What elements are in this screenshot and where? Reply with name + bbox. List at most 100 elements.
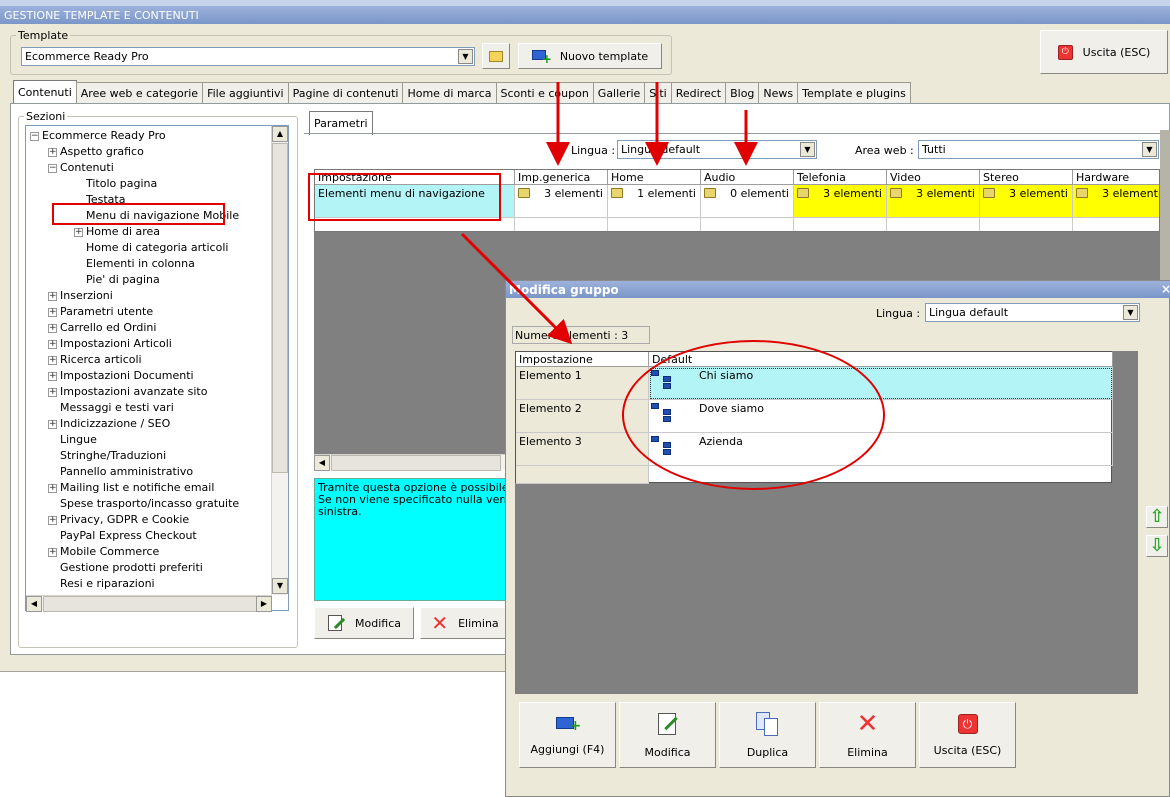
template-select[interactable]: Ecommerce Ready Pro ▼ [21,47,475,66]
tree-item[interactable]: Messaggi e testi vari [60,400,174,416]
expand-icon[interactable]: + [48,292,57,301]
scroll-left-icon[interactable]: ◀ [314,455,330,471]
tree-item[interactable]: Carrello ed Ordini [60,320,156,336]
expand-icon[interactable]: + [74,228,83,237]
tree-item[interactable]: Gestione prodotti preferiti [60,560,203,576]
tree-item[interactable]: Spese trasporto/incasso gratuite [60,496,239,512]
column-header[interactable]: Hardware [1073,170,1159,185]
tree-item[interactable]: Stringhe/Traduzioni [60,448,166,464]
tab-contenuti[interactable]: Contenuti [13,80,77,104]
tree-item[interactable]: Titolo pagina [86,176,157,192]
sections-tree[interactable]: − Ecommerce Ready Pro + Aspetto grafico − Con… [25,125,289,611]
close-icon[interactable]: × [1161,282,1170,296]
scroll-thumb[interactable] [272,143,288,473]
column-header[interactable]: Telefonia [794,170,887,185]
tree-item[interactable]: Home di categoria articoli [86,240,228,256]
column-header[interactable]: Imp.generica [515,170,608,185]
value-cell[interactable]: 3 elementi [887,185,980,218]
tree-item[interactable]: Impostazioni Documenti [60,368,194,384]
tab-file-aggiuntivi[interactable]: File aggiuntivi [202,82,289,104]
tree-item[interactable]: Inserzioni [60,288,113,304]
open-folder-button[interactable] [482,43,510,69]
column-header[interactable]: Stereo [980,170,1073,185]
folder-icon [983,188,995,198]
expand-icon[interactable]: + [48,388,57,397]
scroll-down-icon[interactable]: ▼ [272,578,288,594]
area-web-select[interactable]: Tutti ▼ [918,140,1159,159]
expand-icon[interactable]: + [48,148,57,157]
tab-blog[interactable]: Blog [725,82,760,104]
tree-item[interactable]: Aspetto grafico [60,144,144,160]
tree-item[interactable]: Ricerca articoli [60,352,142,368]
value-cell[interactable]: 3 elementi [515,185,608,218]
value-cell[interactable]: 3 elementi [980,185,1073,218]
tree-item[interactable]: Parametri utente [60,304,153,320]
tab-gallerie[interactable]: Gallerie [592,82,646,104]
dialog-modifica-button[interactable]: Modifica [619,702,716,768]
tab-news[interactable]: News [758,82,799,104]
expand-icon[interactable]: + [48,516,57,525]
tree-item[interactable]: Impostazioni Articoli [60,336,172,352]
tree-item[interactable]: Indicizzazione / SEO [60,416,170,432]
tab-sconti-coupon[interactable]: Sconti e coupon [495,82,594,104]
tree-item[interactable]: Mailing list e notifiche email [60,480,214,496]
hscroll-thumb[interactable] [331,455,501,471]
dialog-exit-button[interactable]: ⏻ Uscita (ESC) [919,702,1016,768]
tab-pagine-contenuti[interactable]: Pagine di contenuti [287,82,404,104]
lingua-select[interactable]: Lingua default ▼ [617,140,817,159]
expand-icon[interactable]: + [48,308,57,317]
collapse-icon[interactable]: − [48,164,57,173]
tree-item[interactable]: PayPal Express Checkout [60,528,197,544]
expand-icon[interactable]: + [48,420,57,429]
scroll-right-icon[interactable]: ▶ [256,596,272,612]
tab-parametri[interactable]: Parametri [309,111,373,135]
tree-item[interactable]: Privacy, GDPR e Cookie [60,512,189,528]
duplica-button[interactable]: Duplica [719,702,816,768]
collapse-icon[interactable]: − [30,132,39,141]
hscroll-thumb[interactable] [43,596,265,612]
scroll-left-icon[interactable]: ◀ [26,596,42,612]
expand-icon[interactable]: + [48,340,57,349]
scroll-up-icon[interactable]: ▲ [272,126,288,142]
column-header[interactable]: Video [887,170,980,185]
tree-item[interactable]: Resi e riparazioni [60,576,155,592]
elimina-button[interactable]: ✕ Elimina [420,607,510,639]
expand-icon[interactable]: + [48,356,57,365]
tree-item[interactable]: Contenuti [60,160,114,176]
expand-icon[interactable]: + [48,324,57,333]
dialog-elimina-button[interactable]: ✕ Elimina [819,702,916,768]
grid-hscroll[interactable]: ◀ [314,454,514,471]
expand-icon[interactable]: + [48,548,57,557]
tree-item[interactable]: Home di area [86,224,160,240]
column-header[interactable]: Audio [701,170,794,185]
value-cell[interactable]: 1 elementi [608,185,701,218]
value-cell[interactable]: 3 elementi [1073,185,1159,218]
aggiungi-button[interactable]: + Aggiungi (F4) [519,702,616,768]
column-header[interactable]: Home [608,170,701,185]
tree-item[interactable]: Ecommerce Ready Pro [42,128,166,144]
tree-item[interactable]: Impostazioni avanzate sito [60,384,207,400]
tree-item[interactable]: Elementi in colonna [86,256,195,272]
move-down-button[interactable]: ⇩ [1146,535,1168,557]
move-up-button[interactable]: ⇧ [1146,506,1168,528]
modifica-button[interactable]: Modifica [314,607,414,639]
tree-vscroll[interactable]: ▲ ▼ [271,126,288,595]
expand-icon[interactable]: + [48,372,57,381]
tree-item[interactable]: Mobile Commerce [60,544,159,560]
expand-icon[interactable]: + [48,484,57,493]
new-template-button[interactable]: + Nuovo template [518,43,662,69]
tab-home-marca[interactable]: Home di marca [402,82,497,104]
tree-item[interactable]: Pannello amministrativo [60,464,193,480]
tree-item[interactable]: Pie' di pagina [86,272,160,288]
value-cell[interactable]: 0 elementi [701,185,794,218]
column-header[interactable]: Impostazione [516,352,649,367]
tab-siti[interactable]: Siti [644,82,672,104]
tab-redirect[interactable]: Redirect [670,82,727,104]
tab-template-plugins[interactable]: Template e plugins [797,82,911,104]
tree-hscroll[interactable]: ◀ ▶ [26,595,272,612]
value-cell[interactable]: 3 elementi [794,185,887,218]
exit-button[interactable]: ⏻ Uscita (ESC) [1040,30,1168,74]
tree-item[interactable]: Lingue [60,432,97,448]
tab-aree-web[interactable]: Aree web e categorie [75,82,204,104]
dialog-lingua-select[interactable]: Lingua default ▼ [925,303,1140,322]
